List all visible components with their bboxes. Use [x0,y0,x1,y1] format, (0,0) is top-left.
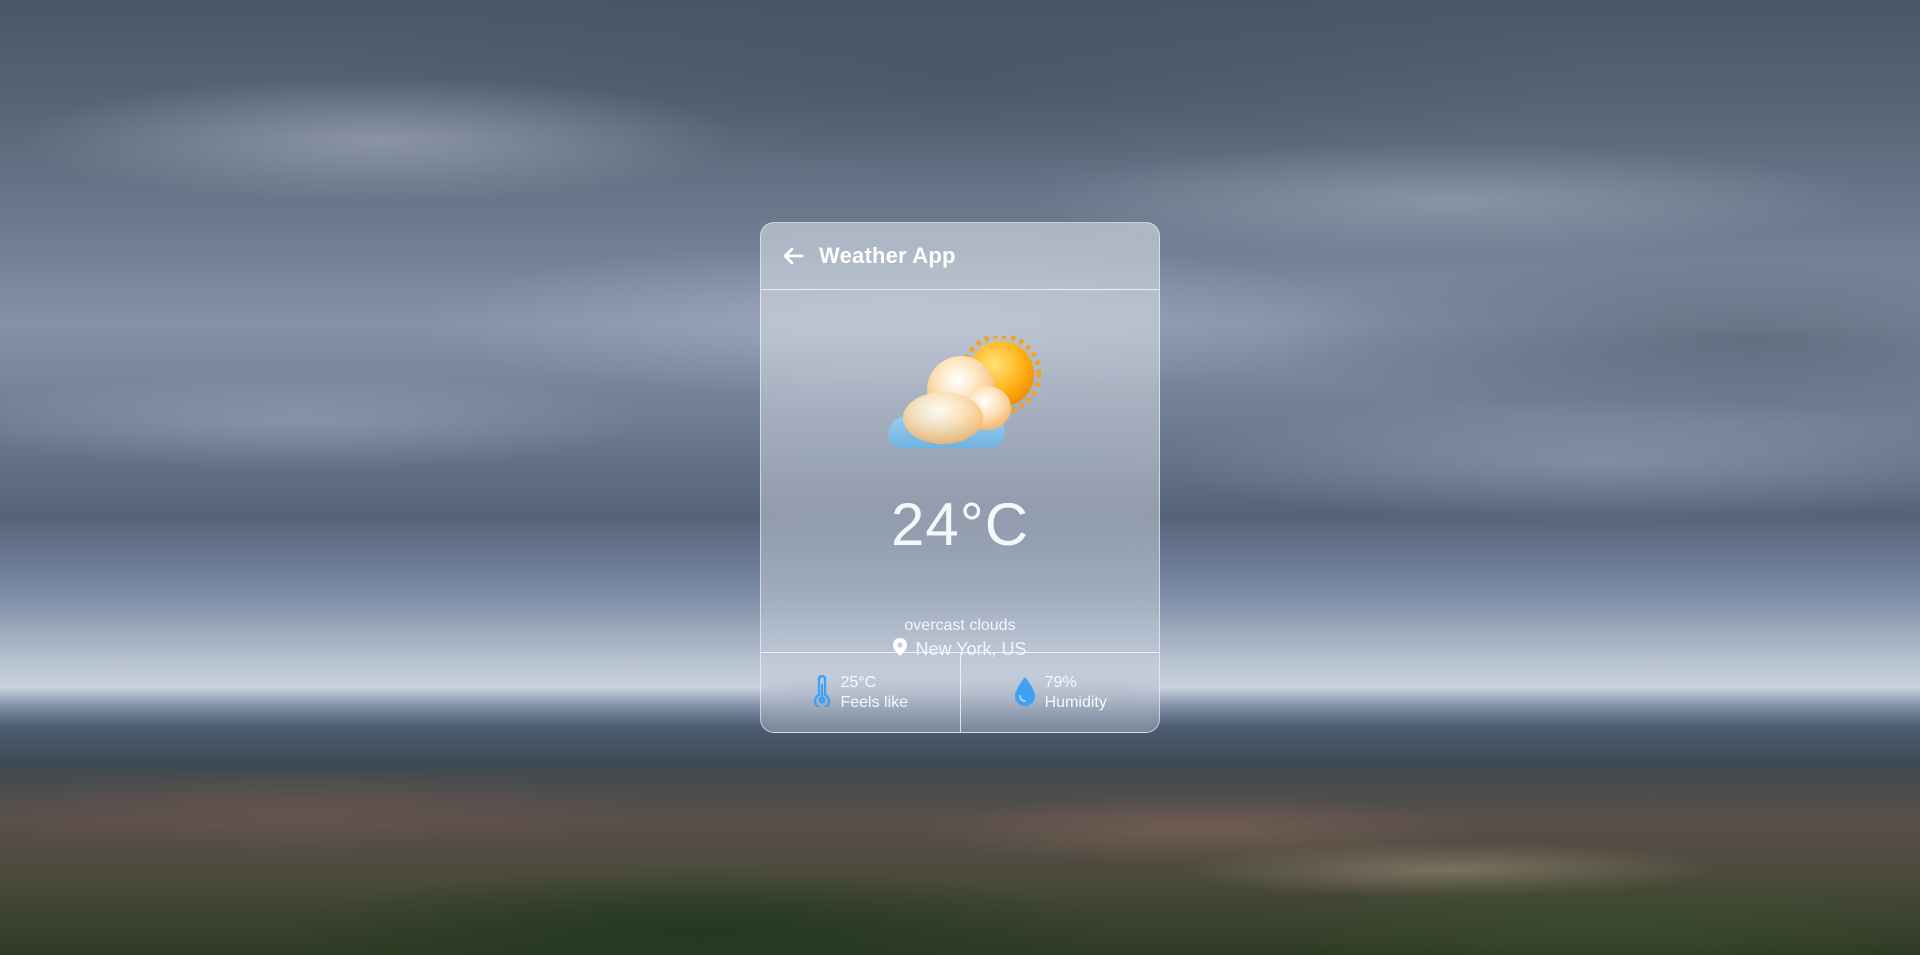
weather-card: Weather App 24°C overcast clouds New Yor… [760,222,1160,733]
humidity-value: 79% [1044,673,1077,691]
partly-cloudy-icon [883,333,1042,454]
humidity-stat: 79% Humidity [959,653,1160,732]
feels-like-label: Feels like [840,693,909,711]
feels-like-stat: 25°C Feels like [761,653,960,732]
feels-like-value: 25°C [840,673,877,691]
water-drop-icon [1013,675,1037,711]
stats-bar: 25°C Feels like 79% Humidity [761,652,1159,732]
humidity-label: Humidity [1044,693,1107,711]
thermometer-icon [812,674,832,711]
temperature-value: 24°C [890,491,1030,558]
card-header: Weather App [761,223,1159,290]
app-title: Weather App [819,243,956,268]
weather-main: 24°C overcast clouds New York, US [761,290,1159,659]
background-landscape [0,700,1920,955]
back-arrow-icon[interactable] [781,244,805,268]
weather-description: overcast clouds [904,617,1016,634]
